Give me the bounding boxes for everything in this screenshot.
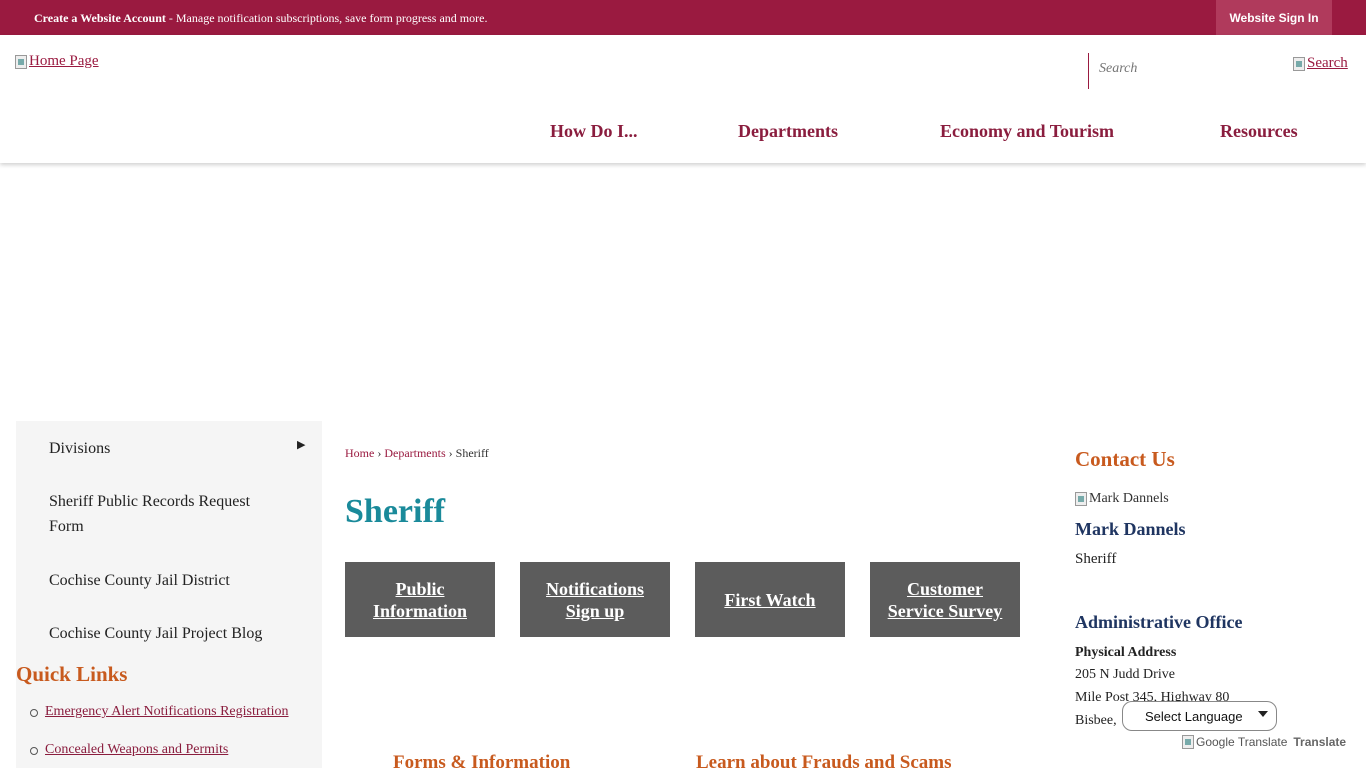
chevron-down-icon	[1258, 711, 1268, 717]
tile-line: Information	[373, 600, 467, 621]
contact-role: Sheriff	[1075, 551, 1117, 567]
breadcrumb-departments[interactable]: Departments	[384, 446, 445, 460]
nav-economy-and-tourism[interactable]: Economy and Tourism	[940, 121, 1114, 142]
google-translate-attribution[interactable]: Google Translate Translate	[1182, 735, 1346, 749]
search-button-label: Search	[1307, 55, 1348, 71]
contact-us-title: Contact Us	[1075, 447, 1175, 471]
nav-departments[interactable]: Departments	[738, 121, 838, 142]
expand-arrow-icon[interactable]: ▶	[297, 438, 305, 451]
tile-first-watch[interactable]: First Watch	[695, 562, 845, 637]
tile-line: Customer	[907, 578, 983, 599]
page-title: Sheriff	[345, 493, 446, 530]
tile-line: Sign up	[565, 600, 625, 621]
google-logo-icon	[1182, 735, 1194, 749]
sidebar-item-divisions[interactable]: Divisions	[49, 436, 279, 461]
logo-alt-text: Home Page	[29, 53, 99, 69]
sidebar-item-jail-project-blog[interactable]: Cochise County Jail Project Blog	[49, 621, 309, 646]
search-button[interactable]: Search	[1293, 55, 1348, 72]
home-page-logo-link[interactable]: Home Page	[15, 53, 99, 70]
breadcrumb-home[interactable]: Home	[345, 446, 374, 460]
main-navigation: How Do I... Departments Economy and Tour…	[0, 121, 1366, 143]
search-box	[1088, 53, 1288, 89]
quick-links-list: Emergency Alert Notifications Registrati…	[30, 704, 289, 768]
broken-image-icon	[1075, 492, 1087, 506]
list-item: Emergency Alert Notifications Registrati…	[30, 704, 289, 722]
section-frauds-scams: Learn about Frauds and Scams	[696, 752, 952, 768]
contact-photo: Mark Dannels	[1075, 491, 1169, 507]
breadcrumb-current: Sheriff	[455, 446, 489, 460]
sidebar-item-public-records[interactable]: Sheriff Public Records Request Form	[49, 489, 279, 539]
breadcrumb: Home › Departments › Sheriff	[345, 446, 489, 460]
administrative-office-title: Administrative Office	[1075, 612, 1243, 632]
sidebar-item-jail-district[interactable]: Cochise County Jail District	[49, 568, 279, 593]
tile-customer-service-survey[interactable]: Customer Service Survey	[870, 562, 1020, 637]
list-item: Concealed Weapons and Permits	[30, 742, 289, 760]
language-select-label: Select Language	[1145, 708, 1243, 724]
contact-name: Mark Dannels	[1075, 519, 1186, 539]
section-forms-information: Forms & Information	[393, 752, 571, 768]
search-icon	[1293, 56, 1305, 71]
tile-line: First Watch	[724, 589, 816, 610]
quick-link-concealed-weapons[interactable]: Concealed Weapons and Permits	[45, 742, 228, 757]
create-account-link[interactable]: Create a Website Account	[34, 11, 166, 25]
translate-label: Translate	[1293, 735, 1347, 749]
tile-public-information[interactable]: Public Information	[345, 562, 495, 637]
account-description: - Manage notification subscriptions, sav…	[165, 11, 488, 25]
tile-notifications-sign-up[interactable]: Notifications Sign up	[520, 562, 670, 637]
quick-link-emergency-alerts[interactable]: Emergency Alert Notifications Registrati…	[45, 704, 289, 719]
nav-resources[interactable]: Resources	[1220, 121, 1298, 142]
tile-line: Service Survey	[887, 600, 1003, 621]
site-header: Home Page Search How Do I... Departments…	[0, 35, 1366, 163]
broken-image-icon	[15, 54, 27, 69]
website-sign-in-button[interactable]: Website Sign In	[1216, 0, 1332, 35]
top-account-bar: Create a Website Account - Manage notifi…	[0, 0, 1366, 35]
quick-links-title: Quick Links	[16, 662, 128, 686]
tile-line: Notifications	[546, 578, 644, 599]
physical-address-label: Physical Address	[1075, 645, 1177, 660]
language-select[interactable]: Select Language	[1122, 701, 1277, 731]
address-line: Bisbee,	[1075, 713, 1117, 728]
banner-area	[0, 163, 1366, 421]
search-input[interactable]	[1099, 61, 1279, 77]
tile-line: Public	[395, 578, 445, 599]
account-message: Create a Website Account - Manage notifi…	[34, 11, 487, 26]
contact-photo-alt: Mark Dannels	[1089, 491, 1169, 506]
google-translate-alt: Google Translate	[1196, 735, 1288, 749]
address-line: 205 N Judd Drive	[1075, 667, 1175, 682]
nav-how-do-i[interactable]: How Do I...	[550, 121, 638, 142]
